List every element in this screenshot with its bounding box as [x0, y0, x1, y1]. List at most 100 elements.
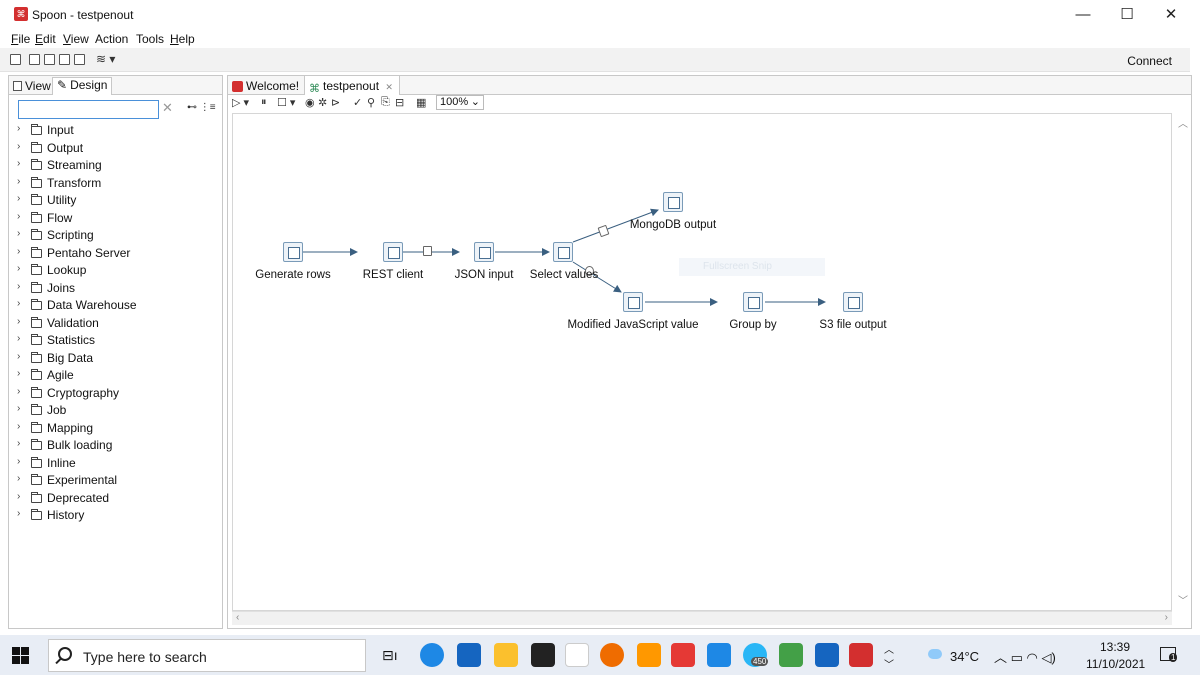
tray-icons[interactable]: ︿ ▭ ◠ ◁)	[994, 647, 1056, 666]
chevron-right-icon[interactable]: ›	[17, 263, 20, 274]
chevron-right-icon[interactable]: ›	[17, 281, 20, 292]
impact-icon[interactable]: ⚲	[367, 96, 375, 109]
close-button[interactable]: ✕	[1151, 4, 1191, 26]
amazon-icon[interactable]	[565, 643, 589, 667]
new-file-icon[interactable]	[10, 54, 21, 65]
vertical-scrollbar[interactable]: ︿ ﹀	[1175, 113, 1189, 611]
scroll-right-icon[interactable]: ›	[1165, 612, 1168, 623]
clock-time[interactable]: 13:39	[1100, 640, 1130, 654]
chevron-right-icon[interactable]: ›	[17, 333, 20, 344]
chevron-right-icon[interactable]: ›	[17, 123, 20, 134]
steps-search-input[interactable]	[18, 100, 159, 119]
chevron-right-icon[interactable]: ›	[17, 386, 20, 397]
sql-icon[interactable]: ⎘	[381, 96, 390, 109]
explore-repository-icon[interactable]	[44, 54, 55, 65]
scroll-up-icon[interactable]: ︿	[1178, 115, 1188, 130]
pause-icon[interactable]: ⏸	[261, 96, 267, 109]
temperature[interactable]: 34°C	[950, 649, 979, 664]
spoon-taskbar-icon[interactable]	[849, 643, 873, 667]
replay-icon[interactable]: ⊳	[331, 96, 340, 109]
tree-item[interactable]: › Validation	[9, 315, 222, 333]
chevron-right-icon[interactable]: ›	[17, 193, 20, 204]
perspective-layers-icon[interactable]: ≋ ▾	[96, 52, 115, 66]
chevron-right-icon[interactable]: ›	[17, 298, 20, 309]
office-icon[interactable]	[671, 643, 695, 667]
dropbox-icon[interactable]	[531, 643, 555, 667]
weather-icon[interactable]	[928, 649, 942, 659]
tree-item[interactable]: › History	[9, 507, 222, 525]
chevron-right-icon[interactable]: ›	[17, 141, 20, 152]
chevron-right-icon[interactable]: ›	[17, 158, 20, 169]
task-view-icon[interactable]: ⊟ı	[382, 647, 398, 664]
chevron-right-icon[interactable]: ›	[17, 473, 20, 484]
mail-icon[interactable]	[457, 643, 481, 667]
clock-date[interactable]: 11/10/2021	[1086, 657, 1145, 671]
minimize-button[interactable]: —	[1063, 4, 1103, 26]
chevron-right-icon[interactable]: ›	[17, 368, 20, 379]
explore-db-icon[interactable]: ⊟	[395, 96, 404, 109]
open-file-icon[interactable]	[29, 54, 40, 65]
scroll-left-icon[interactable]: ‹	[236, 612, 239, 623]
tree-item[interactable]: › Streaming	[9, 157, 222, 175]
chevron-right-icon[interactable]: ›	[17, 403, 20, 414]
scroll-down-icon[interactable]: ﹀	[1178, 592, 1188, 607]
chevron-right-icon[interactable]: ›	[17, 456, 20, 467]
vscode-icon[interactable]	[707, 643, 731, 667]
chevron-right-icon[interactable]: ›	[17, 211, 20, 222]
stop-icon[interactable]: ☐ ▾	[277, 96, 295, 109]
tree-item[interactable]: › Scripting	[9, 227, 222, 245]
chevron-right-icon[interactable]: ›	[17, 351, 20, 362]
tree-item[interactable]: › Experimental	[9, 472, 222, 490]
tab-view[interactable]: View	[13, 79, 51, 93]
chevron-right-icon[interactable]: ›	[17, 228, 20, 239]
save-as-icon[interactable]	[74, 54, 85, 65]
menu-tools[interactable]: Tools	[136, 32, 164, 46]
edge-icon[interactable]	[420, 643, 444, 667]
chevron-right-icon[interactable]: ›	[17, 438, 20, 449]
menu-edit[interactable]: Edit	[35, 32, 56, 46]
tree-item[interactable]: › Job	[9, 402, 222, 420]
connect-button[interactable]: Connect	[1127, 54, 1172, 68]
chevron-right-icon[interactable]: ›	[17, 246, 20, 257]
tree-item[interactable]: › Big Data	[9, 350, 222, 368]
tree-item[interactable]: › Agile	[9, 367, 222, 385]
tab-design[interactable]: ✎ Design	[52, 77, 113, 95]
show-hidden-icons[interactable]: ︿ ﹀	[884, 641, 894, 671]
chevron-right-icon[interactable]: ›	[17, 508, 20, 519]
close-tab-icon[interactable]: ✕	[385, 82, 393, 92]
menu-file[interactable]: File	[11, 32, 30, 46]
vlc-icon[interactable]	[637, 643, 661, 667]
tree-item[interactable]: › Flow	[9, 210, 222, 228]
zoom-select[interactable]: 100% ⌄	[436, 95, 484, 110]
menu-help[interactable]: Help	[170, 32, 195, 46]
tree-item[interactable]: › Mapping	[9, 420, 222, 438]
maximize-button[interactable]: ☐	[1107, 4, 1147, 26]
chevron-right-icon[interactable]: ›	[17, 176, 20, 187]
tree-options-icon[interactable]: ⊷ ⋮≡	[187, 102, 216, 113]
tree-item[interactable]: › Statistics	[9, 332, 222, 350]
telegram-icon[interactable]: 450	[743, 643, 769, 667]
menu-view[interactable]: View	[63, 32, 89, 46]
chevron-right-icon[interactable]: ›	[17, 421, 20, 432]
firefox-icon[interactable]	[600, 643, 624, 667]
tab-welcome[interactable]: Welcome!	[228, 76, 305, 95]
debug-icon[interactable]: ✲	[318, 96, 327, 109]
tree-item[interactable]: › Output	[9, 140, 222, 158]
tree-item[interactable]: › Cryptography	[9, 385, 222, 403]
notification-icon[interactable]: 1	[1160, 647, 1178, 662]
run-icon[interactable]: ▷ ▾	[232, 96, 249, 109]
tree-item[interactable]: › Lookup	[9, 262, 222, 280]
horizontal-scrollbar[interactable]: ‹ ›	[232, 611, 1172, 625]
taskbar-search-box[interactable]: Type here to search	[48, 639, 366, 672]
verify-icon[interactable]: ✓	[353, 96, 362, 109]
tree-item[interactable]: › Joins	[9, 280, 222, 298]
tree-item[interactable]: › Inline	[9, 455, 222, 473]
chevron-right-icon[interactable]: ›	[17, 491, 20, 502]
show-results-icon[interactable]: ▦	[416, 96, 426, 109]
tree-item[interactable]: › Pentaho Server	[9, 245, 222, 263]
word-icon[interactable]	[815, 643, 839, 667]
tree-item[interactable]: › Deprecated	[9, 490, 222, 508]
clear-search-icon[interactable]: ✕	[162, 100, 173, 116]
save-icon[interactable]	[59, 54, 70, 65]
preview-icon[interactable]: ◉	[305, 96, 315, 109]
